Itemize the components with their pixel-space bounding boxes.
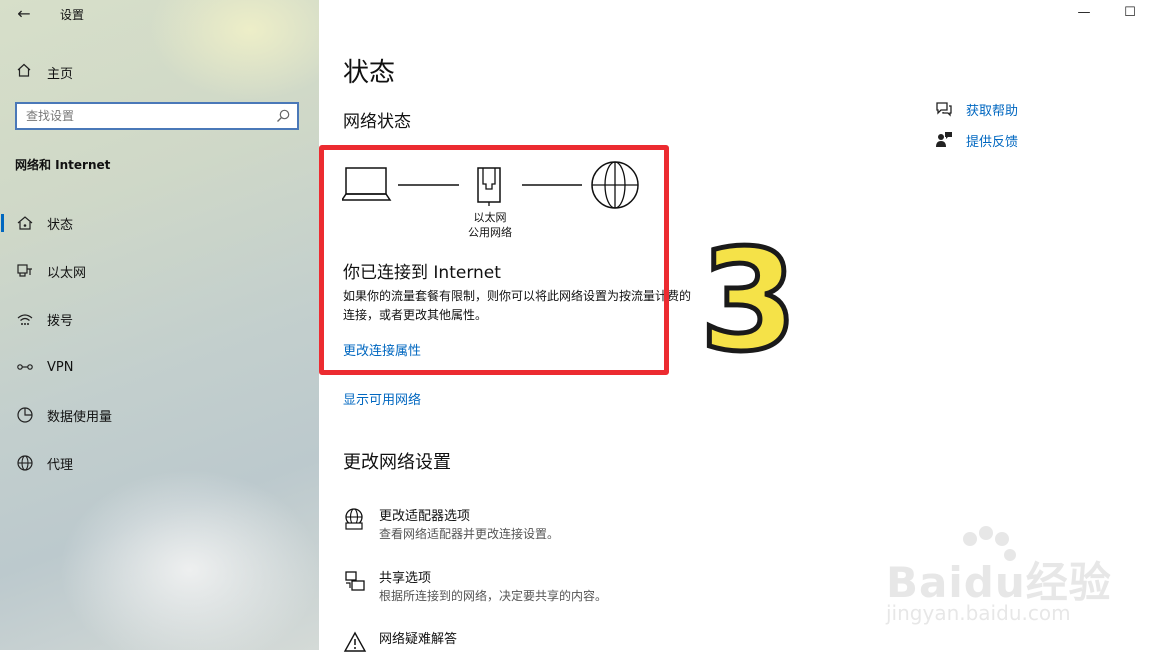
search-icon[interactable] xyxy=(275,108,291,124)
back-arrow-icon[interactable]: ← xyxy=(13,3,35,25)
ethernet-icon xyxy=(16,262,34,280)
sidebar-item-vpn[interactable]: VPN xyxy=(0,351,319,383)
sidebar-item-label: VPN xyxy=(47,359,74,375)
get-help-label: 获取帮助 xyxy=(966,103,1019,119)
change-adapter-options[interactable]: 更改适配器选项 查看网络适配器并更改连接设置。 xyxy=(343,505,843,545)
sharing-options[interactable]: 共享选项 根据所连接到的网络，决定要共享的内容。 xyxy=(343,567,843,607)
network-status-heading: 网络状态 xyxy=(343,112,411,132)
home-status-icon xyxy=(16,214,34,232)
network-troubleshooter[interactable]: 网络疑难解答 xyxy=(343,628,843,668)
highlight-box xyxy=(319,145,669,375)
option-title: 更改适配器选项 xyxy=(379,509,471,524)
change-network-settings-heading: 更改网络设置 xyxy=(343,452,451,473)
sidebar-item-home[interactable]: 主页 xyxy=(16,62,73,82)
help-chat-icon xyxy=(934,99,954,119)
sidebar-item-label: 拨号 xyxy=(47,313,74,329)
step-number: 3 xyxy=(697,220,799,383)
sidebar: ← 设置 主页 网络和 Internet 状态 以太网 拨号 xyxy=(0,0,319,650)
option-title: 共享选项 xyxy=(379,571,432,586)
option-description: 查看网络适配器并更改连接设置。 xyxy=(379,527,560,541)
sidebar-item-label: 代理 xyxy=(47,457,74,473)
home-icon xyxy=(16,62,34,82)
sidebar-section-heading: 网络和 Internet xyxy=(15,158,111,172)
option-description: 根据所连接到的网络，决定要共享的内容。 xyxy=(379,589,608,603)
sidebar-item-label: 数据使用量 xyxy=(47,409,113,425)
warning-icon xyxy=(343,630,367,654)
search-box[interactable] xyxy=(15,102,299,130)
data-usage-icon xyxy=(16,406,34,424)
minimize-button[interactable]: — xyxy=(1069,5,1099,25)
maximize-button[interactable]: ☐ xyxy=(1115,5,1145,25)
window-title: 设置 xyxy=(60,8,85,22)
baidu-watermark: Baidu经验 jingyan.baidu.com xyxy=(880,525,1120,635)
show-available-networks-link[interactable]: 显示可用网络 xyxy=(343,389,421,408)
sidebar-item-ethernet[interactable]: 以太网 xyxy=(0,255,319,287)
watermark-url: jingyan.baidu.com xyxy=(886,601,1071,625)
page-title: 状态 xyxy=(343,58,396,88)
sidebar-item-data-usage[interactable]: 数据使用量 xyxy=(0,399,319,431)
sharing-icon xyxy=(343,569,367,593)
vpn-icon xyxy=(16,358,34,376)
feedback-link[interactable]: 提供反馈 xyxy=(934,130,1018,150)
sidebar-item-label: 以太网 xyxy=(47,265,87,281)
adapter-globe-icon xyxy=(343,507,367,531)
globe-icon xyxy=(16,454,34,472)
sidebar-item-proxy[interactable]: 代理 xyxy=(0,447,319,479)
dialup-icon xyxy=(16,310,34,328)
get-help-link[interactable]: 获取帮助 xyxy=(934,99,1018,119)
feedback-person-icon xyxy=(934,130,954,150)
sidebar-item-dialup[interactable]: 拨号 xyxy=(0,303,319,335)
option-title: 网络疑难解答 xyxy=(379,632,458,647)
home-label: 主页 xyxy=(47,66,74,82)
sidebar-item-label: 状态 xyxy=(47,217,74,233)
feedback-label: 提供反馈 xyxy=(966,134,1019,150)
sidebar-item-status[interactable]: 状态 xyxy=(0,207,319,239)
search-input[interactable] xyxy=(17,104,266,128)
selection-indicator xyxy=(1,214,4,232)
